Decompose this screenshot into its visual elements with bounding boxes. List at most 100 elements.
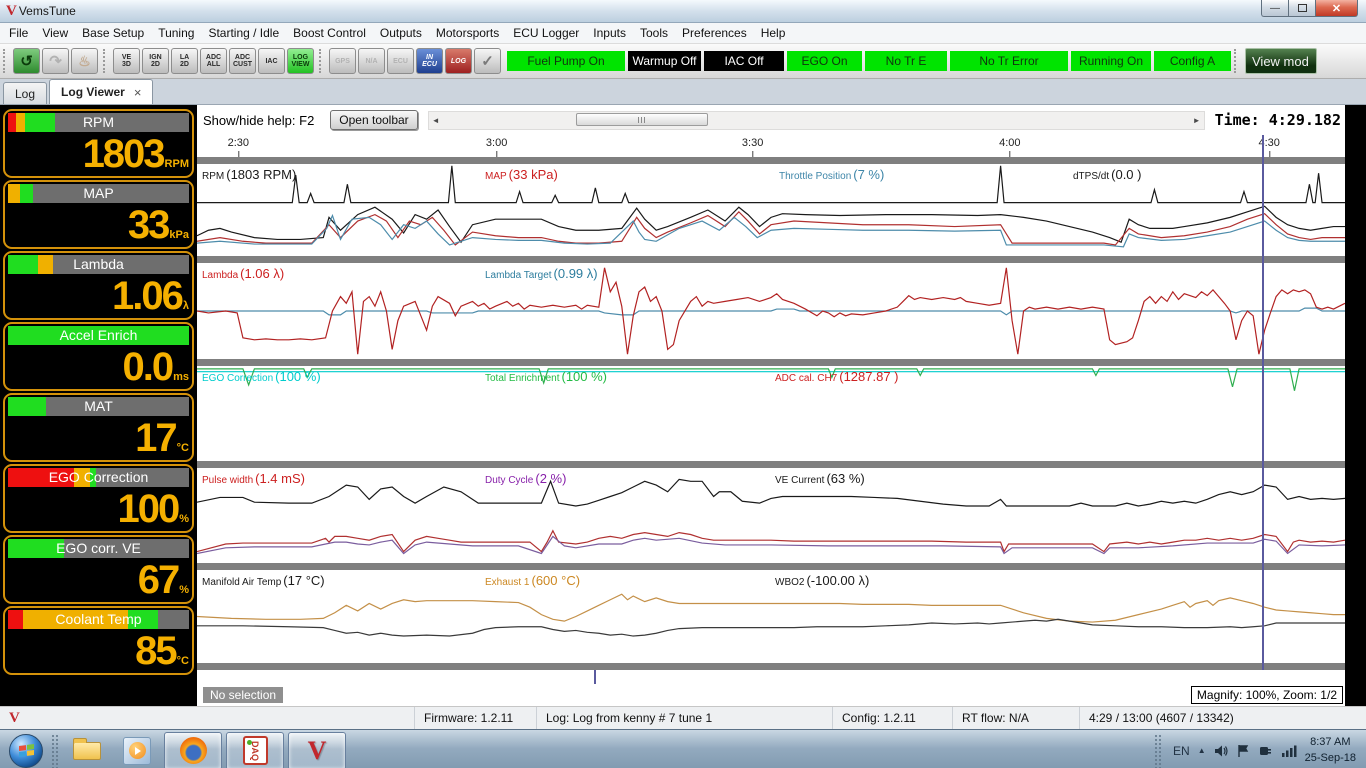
start-button[interactable] [9,733,43,768]
main-area: RPM 1803RPM MAP 33kPa Lambda 1.06λ Accel Enric… [0,105,1366,706]
disconnect-button[interactable]: ↷ [42,48,69,74]
tray-clock[interactable]: 8:37 AM 25-Sep-18 [1305,735,1356,766]
gauge-name: Lambda [73,256,124,272]
help-text: Show/hide help: F2 [203,112,315,128]
explorer-taskbar-button[interactable] [64,732,110,768]
menu-inputs[interactable]: Inputs [586,24,633,42]
adc-cust-button[interactable]: ADC CUST [229,48,256,74]
language-indicator[interactable]: EN [1173,744,1190,758]
na-button[interactable]: N/A [358,48,385,74]
tab-log[interactable]: Log [3,82,48,104]
chart-pane-3[interactable]: EGO Correction (100 %) Total Enrichment (10… [197,366,1345,461]
menu-motorsports[interactable]: Motorsports [429,24,506,42]
window-controls: — ✕ [1261,0,1358,17]
menu-boost-control[interactable]: Boost Control [286,24,373,42]
indicator-running-on[interactable]: Running On [1071,51,1151,71]
gauge-unit: % [179,584,189,596]
menu-file[interactable]: File [2,24,35,42]
menu-tools[interactable]: Tools [633,24,675,42]
selection-strip[interactable] [197,670,1345,687]
adc-all-button[interactable]: ADC ALL [200,48,227,74]
validate-button[interactable]: ✓ [474,48,501,74]
gauge-name: MAP [83,185,114,201]
ve-3d-icon: 3D [122,61,131,68]
gauge-map: MAP 33kPa [3,180,194,249]
close-button[interactable]: ✕ [1315,0,1358,17]
idaq-taskbar-button[interactable]: DAQ [226,731,284,768]
indicator-config-a[interactable]: Config A [1154,51,1231,71]
right-filler [1345,105,1366,706]
vemstune-taskbar-button[interactable]: V [288,731,346,768]
maximize-button[interactable] [1288,0,1315,17]
tab-close-icon[interactable]: × [134,85,142,100]
network-signal-icon[interactable] [1281,744,1297,758]
status-4: 4:29 / 13:00 (4607 / 13342) [1089,711,1234,725]
gauge-value: 100% [117,487,189,531]
open-toolbar-button[interactable]: Open toolbar [330,110,418,130]
gauge-range-bar: EGO corr. VE [8,539,189,558]
pane-divider [197,663,1345,670]
menu-base-setup[interactable]: Base Setup [75,24,151,42]
menu-help[interactable]: Help [754,24,793,42]
status-log: Log: Log from kenny # 7 tune 1 [537,707,833,729]
chart-footer: No selection Magnify: 100%, Zoom: 1/2 [197,686,1345,706]
menu-ecu-logger[interactable]: ECU Logger [506,24,586,42]
connect-button[interactable]: ↺ [13,48,40,74]
ign-2d-button[interactable]: IGN 2D [142,48,169,74]
menu-starting-idle[interactable]: Starting / Idle [201,24,286,42]
menu-tuning[interactable]: Tuning [151,24,201,42]
in-ecu-button[interactable]: IN ECU [416,48,443,74]
show-hidden-icons[interactable]: ▲ [1198,746,1206,755]
time-cursor[interactable] [1262,135,1265,670]
scroll-left-icon[interactable]: ◄ [429,116,443,125]
tab-log-viewer[interactable]: Log Viewer × [49,79,154,104]
scroll-right-icon[interactable]: ► [1190,116,1204,125]
chart-pane-1[interactable]: RPM (1803 RPM) MAP (33 kPa) Throttle Positio… [197,164,1345,256]
gauge-unit: RPM [164,158,189,170]
chart-pane-5[interactable]: Manifold Air Temp (17 °C) Exhaust 1 (600 °C… [197,570,1345,663]
ecu-icon: ECU [393,57,408,65]
la-2d-button[interactable]: LA 2D [171,48,198,74]
chart-pane-4[interactable]: Pulse width (1.4 mS) Duty Cycle (2 %) VE Cur… [197,468,1345,563]
burn-button[interactable]: ♨ [71,48,98,74]
la-2d-icon: LA [179,54,190,61]
gauge-name: MAT [84,398,113,414]
log-view-icon: LOG [292,54,309,61]
time-tick-2-30: 2:30 [227,137,250,157]
chart-pane-2[interactable]: Lambda (1.06 λ) Lambda Target (0.99 λ) [197,263,1345,359]
menu-preferences[interactable]: Preferences [675,24,754,42]
pane-divider [197,359,1345,366]
toolbar-grip [103,49,108,73]
ign-2d-icon: IGN [149,54,162,61]
log-view-button[interactable]: LOG VIEW [287,48,314,74]
time-tick-4-00: 4:00 [999,137,1021,157]
scrollbar-thumb[interactable] [575,112,708,126]
indicator-ego-on[interactable]: EGO On [787,51,862,71]
view-mode-button[interactable]: View mod [1245,48,1317,74]
chart-body[interactable]: 2:30 3:00 3:30 4:00 4:30 RPM (1803 RPM) MAP (33… [197,135,1345,670]
gps-button[interactable]: GPS [329,48,356,74]
ve-3d-button[interactable]: VE 3D [113,48,140,74]
gauge-range-bar: Coolant Temp [8,610,189,629]
media-player-taskbar-button[interactable] [114,732,160,768]
time-scrollbar[interactable]: ◄ ► [427,110,1205,130]
minimize-button[interactable]: — [1261,0,1288,17]
gauge-value: 1803RPM [82,132,189,176]
trace-exhaust-1 [197,594,1345,622]
ign-2d-icon: 2D [151,61,160,68]
indicator-fuel-pump-on[interactable]: Fuel Pump On [507,51,625,71]
clock-time: 8:37 AM [1310,736,1351,749]
firefox-taskbar-button[interactable] [164,731,222,768]
action-center-flag-icon[interactable] [1237,744,1250,758]
power-plug-icon[interactable] [1258,744,1273,758]
indicator-warmup-off[interactable]: Warmup Off [628,51,701,71]
ecu-button[interactable]: ECU [387,48,414,74]
iac-button[interactable]: IAC [258,48,285,74]
indicator-iac-off[interactable]: IAC Off [704,51,784,71]
indicator-no-tr-e[interactable]: No Tr E [865,51,947,71]
menu-outputs[interactable]: Outputs [373,24,429,42]
indicator-no-tr-error[interactable]: No Tr Error [950,51,1068,71]
log-button[interactable]: LOG [445,48,472,74]
volume-icon[interactable] [1214,744,1229,758]
menu-view[interactable]: View [35,24,75,42]
